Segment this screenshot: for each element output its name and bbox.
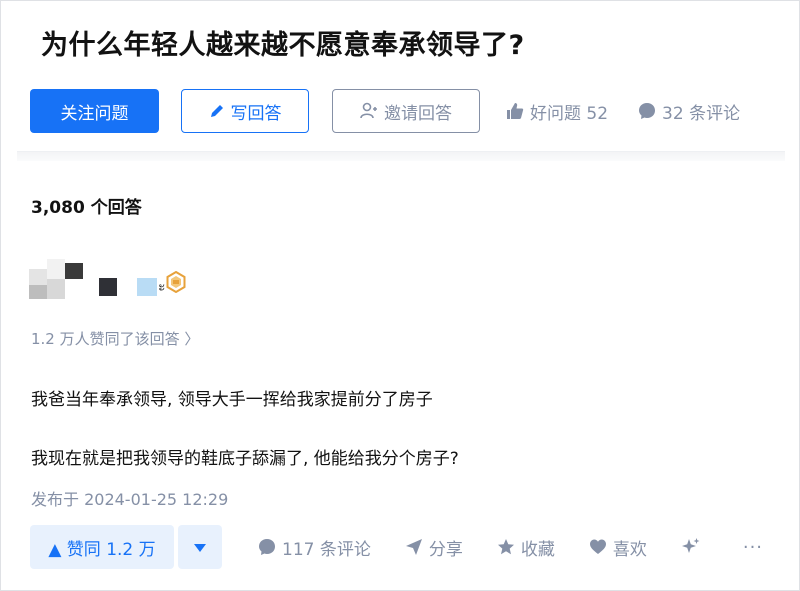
answer-comments-label: 117 条评论 [282, 539, 371, 560]
author-name-fragment: ะ [158, 279, 166, 295]
ai-sparkle-button[interactable] [681, 537, 707, 557]
answer-action-bar: ▲ 赞同 1.2 万 117 条评论 分享 收藏 喜欢 ··· [30, 525, 763, 569]
upvote-label: ▲ 赞同 1.2 万 [48, 539, 156, 560]
invite-answer-button[interactable]: 邀请回答 [332, 89, 480, 133]
comment-bubble-icon [638, 102, 656, 120]
question-comments-button[interactable]: 32 条评论 [638, 99, 740, 124]
section-divider [17, 151, 785, 161]
caret-down-icon [193, 538, 207, 557]
author-name[interactable]: ะ [99, 277, 166, 297]
comment-bubble-icon [258, 538, 276, 556]
good-question-button[interactable]: 好问题 52 [506, 99, 608, 124]
author-avatar[interactable] [29, 259, 83, 303]
avatar-pixel [29, 285, 47, 299]
like-label: 喜欢 [612, 539, 647, 560]
sparkle-icon [681, 537, 701, 557]
answer-count: 3,080 个回答 [31, 198, 142, 218]
answer-paragraph: 我爸当年奉承领导, 领导大手一挥给我家提前分了房子 [31, 390, 433, 410]
share-button[interactable]: 分享 [405, 535, 463, 560]
avatar-pixel [65, 263, 83, 279]
write-answer-button[interactable]: 写回答 [181, 89, 309, 133]
follow-question-button[interactable]: 关注问题 [30, 89, 159, 133]
add-user-icon [360, 102, 378, 120]
publish-time: 发布于 2024-01-25 12:29 [31, 490, 229, 509]
star-icon [497, 538, 515, 556]
question-title: 为什么年轻人越来越不愿意奉承领导了? [41, 30, 525, 61]
write-answer-label: 写回答 [230, 103, 282, 124]
invite-answer-label: 邀请回答 [384, 103, 452, 124]
thumb-up-icon [506, 102, 524, 120]
question-action-bar: 关注问题 写回答 邀请回答 好问题 52 32 条评论 [30, 89, 740, 133]
avatar-pixel [47, 279, 65, 299]
like-button[interactable]: 喜欢 [589, 535, 647, 560]
voters-summary-link[interactable]: 1.2 万人赞同了该回答 〉 [31, 328, 199, 349]
author-name-mosaic [99, 278, 117, 296]
follow-question-label: 关注问题 [60, 103, 129, 124]
heart-icon [589, 538, 607, 556]
collect-button[interactable]: 收藏 [497, 535, 555, 560]
question-comments-label: 32 条评论 [662, 103, 741, 124]
answer-paragraph: 我现在就是把我领导的鞋底子舔漏了, 他能给我分个房子? [31, 449, 459, 469]
collect-label: 收藏 [520, 539, 555, 560]
author-name-mosaic [137, 278, 157, 296]
avatar-pixel [47, 259, 65, 279]
downvote-button[interactable] [178, 525, 222, 569]
gold-badge-icon [166, 270, 186, 294]
send-icon [405, 538, 423, 556]
pencil-icon [209, 103, 225, 119]
good-question-label: 好问题 52 [530, 103, 609, 124]
answer-comments-button[interactable]: 117 条评论 [258, 535, 371, 560]
more-icon: ··· [742, 536, 764, 558]
upvote-button[interactable]: ▲ 赞同 1.2 万 [30, 525, 174, 569]
more-options-button[interactable]: ··· [743, 537, 763, 558]
share-label: 分享 [428, 539, 463, 560]
